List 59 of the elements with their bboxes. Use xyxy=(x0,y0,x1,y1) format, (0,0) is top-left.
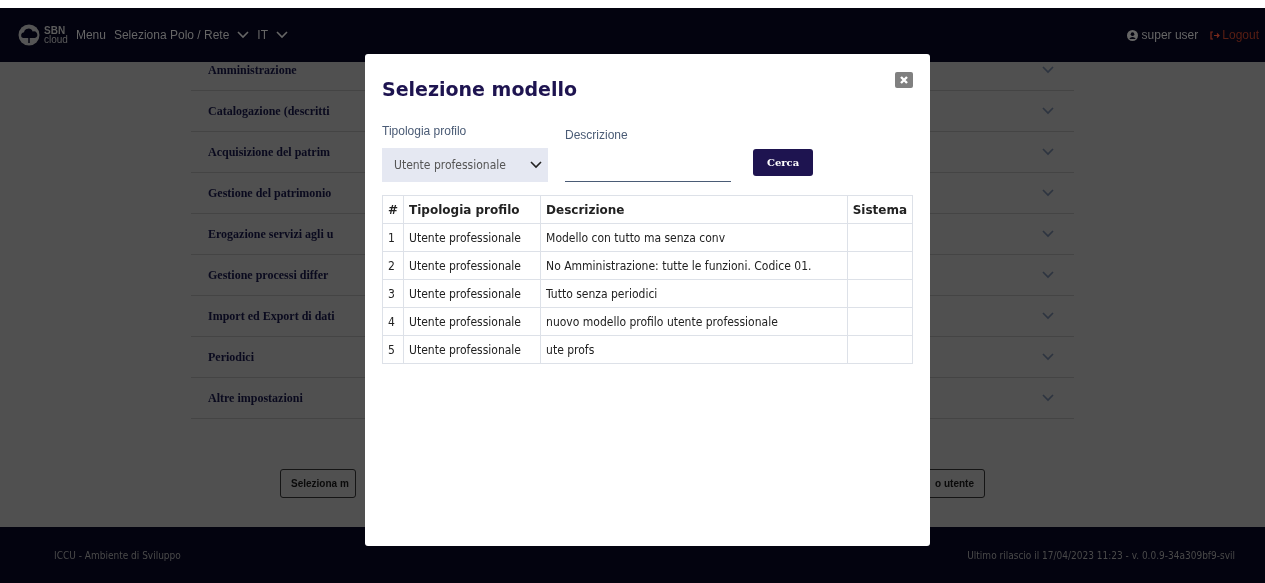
column-header: Sistema xyxy=(847,195,913,224)
user-icon[interactable] xyxy=(1126,29,1138,41)
logout-icon[interactable] xyxy=(1210,30,1221,40)
table-cell: Tutto senza periodici xyxy=(540,279,848,308)
chevron-icon[interactable] xyxy=(1042,189,1054,197)
table-cell: Utente professionale xyxy=(403,307,541,336)
table-cell: Utente professionale xyxy=(403,251,541,280)
table-row[interactable]: 2 Utente professionale No Amministrazione: tutte le funzioni. Codice 01. xyxy=(382,251,913,280)
section-title[interactable]: Periodici xyxy=(208,349,254,365)
chevron-icon[interactable] xyxy=(1042,107,1054,115)
table-cell: ute profs xyxy=(540,335,848,364)
section-title[interactable]: Amministrazione xyxy=(208,62,297,78)
table-cell: 4 xyxy=(382,307,404,336)
profile-select[interactable]: Utente professionale xyxy=(382,148,548,182)
release-info: Ultimo rilascio il 17/04/2023 11:23 - v. 0.0.9-34a309bf9-svil xyxy=(967,549,1235,561)
table-cell: 2 xyxy=(382,251,404,280)
section-title[interactable]: Gestione processi differ xyxy=(208,267,329,283)
column-header: Descrizione xyxy=(540,195,848,224)
logo[interactable]: SBN cloud xyxy=(16,24,68,46)
nav-menu-item[interactable]: Menu xyxy=(75,28,106,42)
chevron-icon[interactable] xyxy=(1042,148,1054,156)
field-label: Descrizione xyxy=(565,128,629,142)
section-title[interactable]: Acquisizione del patrim xyxy=(208,144,330,160)
action-button[interactable]: Seleziona m xyxy=(280,469,356,498)
table-cell: 3 xyxy=(382,279,404,308)
table-cell: nuovo modello profilo utente professionale xyxy=(540,307,848,336)
table-cell: 1 xyxy=(382,223,404,252)
chevron-icon[interactable] xyxy=(1042,353,1054,361)
table-cell: 5 xyxy=(382,335,404,364)
chevron-icon[interactable] xyxy=(1042,230,1054,238)
field-label: Tipologia profilo xyxy=(382,124,468,138)
chevron-icon[interactable] xyxy=(1042,312,1054,320)
table-row[interactable]: 1 Utente professionale Modello con tutto ma senza conv xyxy=(382,223,913,252)
table-cell: Utente professionale xyxy=(403,335,541,364)
table-row[interactable]: 3 Utente professionale Tutto senza periodici xyxy=(382,279,913,308)
column-header: # xyxy=(382,195,404,224)
table-row[interactable]: 5 Utente professionale ute profs xyxy=(382,335,913,364)
table-row[interactable]: 4 Utente professionale nuovo modello profilo utente professionale xyxy=(382,307,913,336)
section-title[interactable]: Altre impostazioni xyxy=(208,390,303,406)
search-button[interactable]: Cerca xyxy=(753,149,814,176)
section-title[interactable]: Import ed Export di dati xyxy=(208,308,335,324)
section-title[interactable]: Gestione del patrimonio xyxy=(208,185,332,201)
close-icon[interactable] xyxy=(895,72,913,88)
chevron-icon[interactable] xyxy=(1042,66,1054,74)
nav-menu-item[interactable]: IT xyxy=(257,28,268,42)
table-cell: Utente professionale xyxy=(403,279,541,308)
section-title[interactable]: Catalogazione (descritti xyxy=(208,103,330,119)
nav-menu-item[interactable]: Seleziona Polo / Rete xyxy=(113,28,230,42)
modal-title: Selezione modello xyxy=(382,78,578,100)
footer-text: ICCU - Ambiente di Sviluppo xyxy=(54,549,181,561)
table-cell: Utente professionale xyxy=(403,223,541,252)
chevron-down-icon[interactable] xyxy=(530,161,542,169)
table-cell: No Amministrazione: tutte le funzioni. Codice 01. xyxy=(540,251,848,280)
table-cell: Modello con tutto ma senza conv xyxy=(540,223,848,252)
column-header: Tipologia profilo xyxy=(403,195,541,224)
chevron-icon[interactable] xyxy=(1042,271,1054,279)
chevron-icon[interactable] xyxy=(1042,394,1054,402)
section-title[interactable]: Erogazione servizi agli u xyxy=(208,226,334,242)
user-name[interactable]: super user xyxy=(1141,28,1199,42)
